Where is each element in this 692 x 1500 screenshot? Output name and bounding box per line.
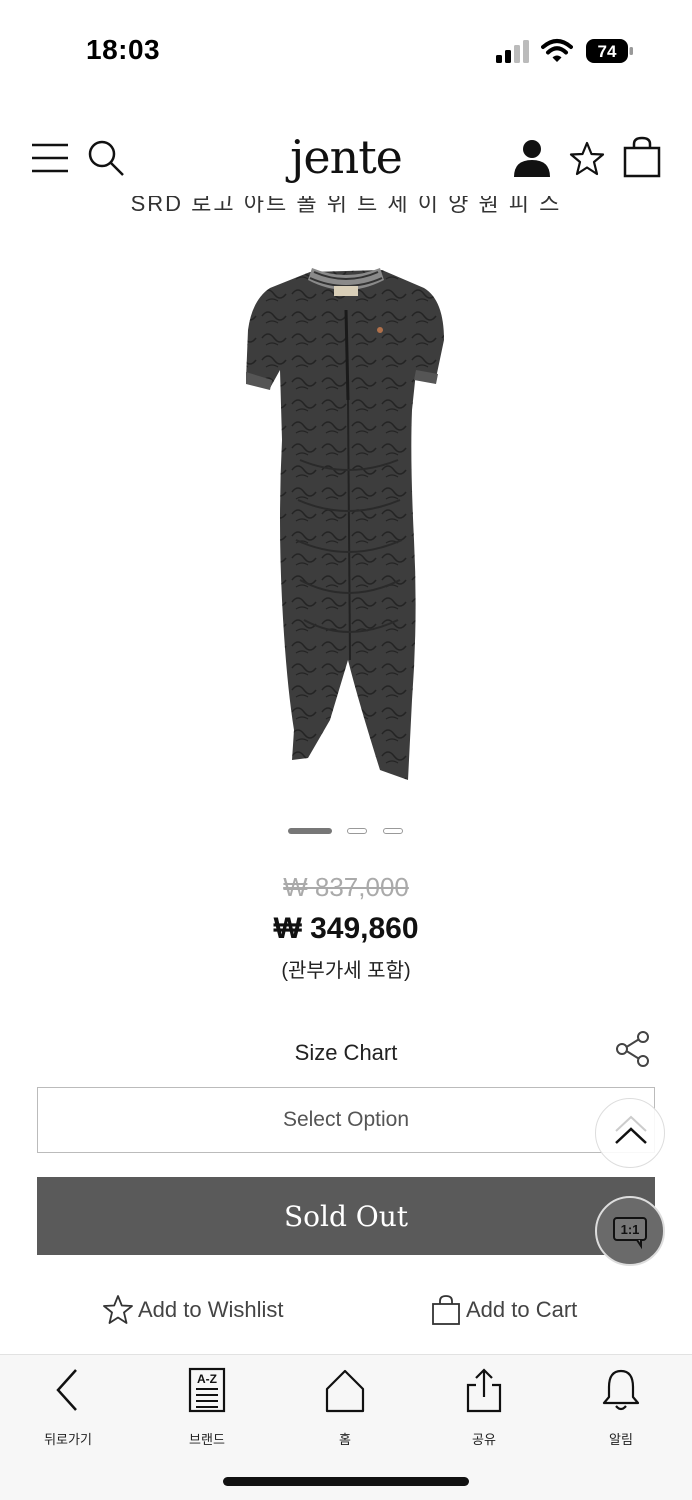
scroll-top-button[interactable] bbox=[595, 1098, 665, 1168]
carousel-dot[interactable] bbox=[347, 828, 367, 834]
chat-button[interactable]: 1:1 bbox=[595, 1196, 665, 1266]
back-chevron-icon bbox=[56, 1369, 77, 1411]
carousel-dot-active[interactable] bbox=[288, 828, 332, 834]
wifi-icon bbox=[541, 39, 573, 62]
status-time: 18:03 bbox=[86, 34, 161, 65]
size-chart-link[interactable]: Size Chart bbox=[0, 1040, 692, 1066]
chat-label: 1:1 bbox=[621, 1222, 640, 1237]
carousel-dot[interactable] bbox=[383, 828, 403, 834]
bottom-navigation: 뒤로가기 A-Z 브랜드 홈 공유 알림 bbox=[0, 1354, 692, 1500]
add-to-wishlist-button[interactable]: Add to Wishlist bbox=[102, 1290, 284, 1330]
nav-home-label: 홈 bbox=[339, 1432, 351, 1447]
nav-share-label: 공유 bbox=[472, 1432, 496, 1447]
nav-back[interactable]: 뒤로가기 bbox=[23, 1365, 113, 1447]
app-header: jente bbox=[0, 118, 692, 200]
product-title-peek: SRD 로고 아트 폴 위 트 세 이 양 원 피 스 bbox=[130, 196, 562, 216]
nav-alarm-label: 알림 bbox=[609, 1432, 633, 1447]
a-z-brand-icon: A-Z bbox=[188, 1367, 226, 1413]
original-price: ₩ 837,000 bbox=[283, 872, 409, 902]
add-to-cart-button[interactable]: Add to Cart bbox=[430, 1290, 577, 1330]
wishlist-label: Add to Wishlist bbox=[138, 1297, 284, 1322]
option-select-placeholder: Select Option bbox=[282, 1108, 410, 1131]
shopping-bag-icon[interactable] bbox=[622, 136, 662, 178]
nav-share[interactable]: 공유 bbox=[439, 1365, 529, 1447]
wishlist-star-icon[interactable] bbox=[568, 140, 606, 178]
status-bar: 18:03 74 bbox=[0, 0, 692, 100]
nav-brand-label: 브랜드 bbox=[189, 1432, 225, 1447]
nav-brand[interactable]: A-Z 브랜드 bbox=[162, 1365, 252, 1447]
sale-price: ₩ 349,860 bbox=[273, 912, 419, 945]
sold-out-label: Sold Out bbox=[283, 1199, 409, 1233]
chat-bubble-icon: 1:1 bbox=[613, 1217, 647, 1250]
battery-level: 74 bbox=[598, 42, 617, 61]
price-note: (관부가세 포함) bbox=[281, 960, 411, 982]
chevron-up-icon bbox=[615, 1115, 647, 1144]
svg-text:A-Z: A-Z bbox=[197, 1372, 217, 1386]
bell-icon bbox=[602, 1369, 640, 1411]
image-carousel-dots bbox=[0, 828, 692, 838]
user-icon[interactable] bbox=[512, 138, 552, 178]
home-icon bbox=[325, 1369, 365, 1413]
nav-back-label: 뒤로가기 bbox=[44, 1432, 92, 1447]
star-outline-icon bbox=[103, 1295, 133, 1324]
nav-home[interactable]: 홈 bbox=[300, 1365, 390, 1447]
home-indicator bbox=[223, 1477, 469, 1486]
sold-out-button[interactable]: Sold Out bbox=[37, 1177, 655, 1255]
cart-label: Add to Cart bbox=[466, 1297, 578, 1322]
nav-alarm[interactable]: 알림 bbox=[576, 1365, 666, 1447]
share-upload-icon bbox=[466, 1368, 502, 1413]
option-select[interactable]: Select Option bbox=[37, 1087, 655, 1153]
product-image[interactable] bbox=[230, 260, 470, 800]
battery-icon: 74 bbox=[586, 39, 633, 63]
share-icon[interactable] bbox=[614, 1030, 652, 1068]
cellular-signal-icon bbox=[496, 40, 529, 63]
cart-bag-icon bbox=[432, 1295, 460, 1325]
